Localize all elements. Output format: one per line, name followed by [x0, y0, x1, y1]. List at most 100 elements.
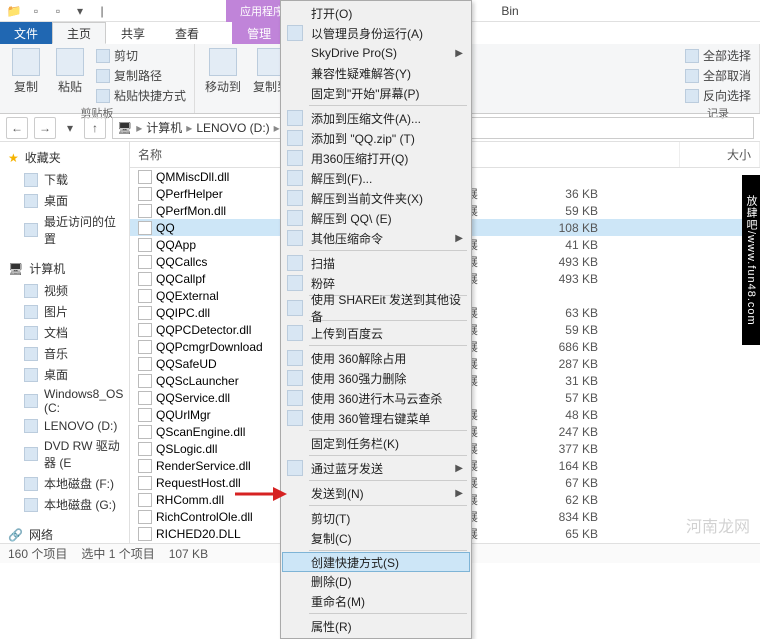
file-type: 展: [466, 236, 526, 253]
menu-item[interactable]: SkyDrive Pro(S)▶: [283, 43, 469, 63]
menu-item[interactable]: 剪切(T): [283, 508, 469, 528]
file-icon: [138, 510, 152, 524]
file-icon: [138, 170, 152, 184]
qat-btn2[interactable]: ▫: [50, 3, 66, 19]
dvd-icon: [24, 447, 38, 461]
drive-icon: [24, 419, 38, 433]
menu-separator: [309, 550, 467, 551]
nav-item[interactable]: 图片: [0, 301, 129, 322]
recent-icon: [24, 223, 38, 237]
nav-item[interactable]: Windows8_OS (C:: [0, 385, 129, 417]
forward-button[interactable]: →: [34, 117, 56, 139]
menu-item-label: 固定到"开始"屏幕(P): [311, 85, 420, 102]
menu-item[interactable]: 固定到"开始"屏幕(P): [283, 83, 469, 103]
paste-button[interactable]: 粘贴: [50, 46, 90, 97]
history-dropdown[interactable]: ▾: [62, 117, 78, 139]
nav-item[interactable]: 视频: [0, 280, 129, 301]
menu-item[interactable]: 扫描: [283, 253, 469, 273]
nav-item[interactable]: 桌面: [0, 364, 129, 385]
nav-item[interactable]: 本地磁盘 (F:): [0, 473, 129, 494]
menu-item-icon: [287, 275, 303, 291]
menu-item[interactable]: 使用 360强力删除: [283, 368, 469, 388]
menu-separator: [309, 430, 467, 431]
tab-manage[interactable]: 管理: [232, 22, 286, 44]
copy-path-button[interactable]: 复制路径: [94, 66, 188, 85]
file-size: 48 KB: [526, 408, 606, 422]
crumb[interactable]: LENOVO (D:): [196, 121, 269, 135]
menu-item[interactable]: 重命名(M): [283, 591, 469, 611]
cut-button[interactable]: 剪切: [94, 46, 188, 65]
nav-item[interactable]: DVD RW 驱动器 (E: [0, 435, 129, 473]
menu-separator: [309, 480, 467, 481]
paste-shortcut-button[interactable]: 粘贴快捷方式: [94, 86, 188, 105]
context-menu: 打开(O)以管理员身份运行(A)SkyDrive Pro(S)▶兼容性疑难解答(…: [280, 0, 472, 639]
col-type[interactable]: [620, 142, 680, 167]
file-icon: [138, 289, 152, 303]
menu-item[interactable]: 上传到百度云: [283, 323, 469, 343]
file-type: 展: [466, 423, 526, 440]
menu-item[interactable]: 使用 360解除占用: [283, 348, 469, 368]
up-button[interactable]: ↑: [84, 117, 106, 139]
nav-item-recent[interactable]: 最近访问的位置: [0, 211, 129, 249]
file-size: 493 KB: [526, 255, 606, 269]
menu-item-icon: [287, 190, 303, 206]
menu-item[interactable]: 以管理员身份运行(A): [283, 23, 469, 43]
drive-icon: [24, 477, 38, 491]
menu-item[interactable]: 复制(C): [283, 528, 469, 548]
nav-item[interactable]: LENOVO (D:): [0, 417, 129, 435]
nav-network[interactable]: 🔗网络: [0, 523, 129, 543]
nav-computer[interactable]: 🖥计算机: [0, 257, 129, 280]
menu-item-label: 使用 SHAREit 发送到其他设备: [311, 291, 469, 325]
nav-item-desktop[interactable]: 桌面: [0, 190, 129, 211]
tab-view[interactable]: 查看: [160, 22, 214, 44]
menu-item[interactable]: 解压到(F)...: [283, 168, 469, 188]
menu-item[interactable]: 删除(D): [283, 571, 469, 591]
qat-btn1[interactable]: ▫: [28, 3, 44, 19]
nav-item[interactable]: 本地磁盘 (G:): [0, 494, 129, 515]
menu-item-label: SkyDrive Pro(S): [311, 46, 397, 60]
col-size[interactable]: 大小: [680, 142, 760, 167]
menu-item[interactable]: 属性(R): [283, 616, 469, 636]
copy-button[interactable]: 复制: [6, 46, 46, 97]
menu-item-icon: [287, 25, 303, 41]
menu-item[interactable]: 通过蓝牙发送▶: [283, 458, 469, 478]
tab-home[interactable]: 主页: [52, 22, 106, 44]
nav-pane: ★收藏夹 下载 桌面 最近访问的位置 🖥计算机 视频 图片 文档 音乐 桌面 W…: [0, 142, 130, 543]
nav-item-downloads[interactable]: 下载: [0, 169, 129, 190]
nav-item[interactable]: 音乐: [0, 343, 129, 364]
menu-item[interactable]: 兼容性疑难解答(Y): [283, 63, 469, 83]
status-size: 107 KB: [169, 547, 208, 561]
tab-file[interactable]: 文件: [0, 22, 52, 44]
nav-favorites[interactable]: ★收藏夹: [0, 146, 129, 169]
select-all-button[interactable]: 全部选择: [683, 46, 753, 65]
submenu-arrow-icon: ▶: [455, 233, 463, 244]
menu-item[interactable]: 添加到压缩文件(A)...: [283, 108, 469, 128]
nav-item[interactable]: 文档: [0, 322, 129, 343]
menu-item[interactable]: 用360压缩打开(Q): [283, 148, 469, 168]
menu-item[interactable]: 使用 360进行木马云查杀: [283, 388, 469, 408]
crumb[interactable]: 计算机: [146, 119, 182, 136]
menu-item[interactable]: 解压到当前文件夹(X): [283, 188, 469, 208]
tab-share[interactable]: 共享: [106, 22, 160, 44]
menu-item-label: 解压到 QQ\ (E): [311, 210, 392, 227]
menu-item[interactable]: 添加到 "QQ.zip" (T): [283, 128, 469, 148]
menu-item[interactable]: 发送到(N)▶: [283, 483, 469, 503]
menu-item[interactable]: 固定到任务栏(K): [283, 433, 469, 453]
select-none-button[interactable]: 全部取消: [683, 66, 753, 85]
menu-item[interactable]: 使用 SHAREit 发送到其他设备: [283, 298, 469, 318]
menu-item[interactable]: 解压到 QQ\ (E): [283, 208, 469, 228]
qat-dropdown[interactable]: ▾: [72, 3, 88, 19]
invert-selection-button[interactable]: 反向选择: [683, 86, 753, 105]
back-button[interactable]: ←: [6, 117, 28, 139]
menu-item[interactable]: 打开(O): [283, 3, 469, 23]
pasteshortcut-icon: [96, 89, 110, 103]
file-icon: [138, 306, 152, 320]
moveto-button[interactable]: 移动到: [201, 46, 245, 97]
menu-item[interactable]: 粉碎: [283, 273, 469, 293]
menu-item-icon: [287, 150, 303, 166]
menu-item-label: 删除(D): [311, 573, 352, 590]
file-type: 展: [466, 525, 526, 542]
menu-item[interactable]: 其他压缩命令▶: [283, 228, 469, 248]
menu-item[interactable]: 使用 360管理右键菜单: [283, 408, 469, 428]
menu-item[interactable]: 创建快捷方式(S): [282, 552, 470, 572]
